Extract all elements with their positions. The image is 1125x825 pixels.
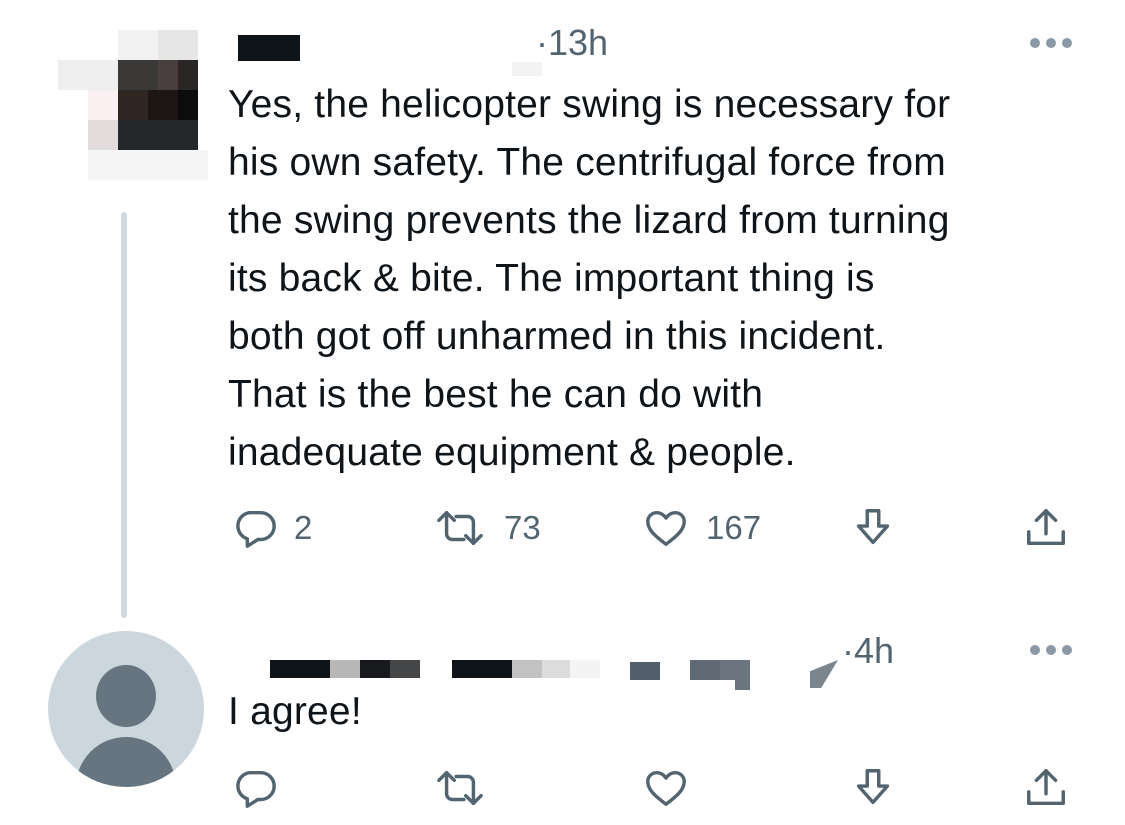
bookmark-download-icon: [850, 765, 896, 811]
retweet-count: 73: [504, 509, 541, 546]
share-icon: [1022, 505, 1070, 551]
reply-count: 2: [294, 509, 313, 546]
heart-icon: [642, 765, 690, 811]
avatar-body: [76, 737, 176, 787]
bookmark-button[interactable]: [850, 505, 896, 551]
reply-button[interactable]: [232, 765, 278, 811]
tweet-line: the swing prevents the lizard from turni…: [228, 199, 950, 242]
like-button[interactable]: [642, 765, 690, 811]
default-avatar[interactable]: [48, 631, 204, 787]
tweet-2-time[interactable]: ·4h: [842, 630, 894, 672]
heart-icon: [642, 505, 690, 551]
tweet-1-time[interactable]: ·13h: [536, 22, 608, 64]
like-count: 167: [706, 509, 762, 546]
bookmark-button[interactable]: [850, 765, 896, 811]
share-button[interactable]: [1022, 505, 1070, 551]
share-button[interactable]: [1022, 765, 1070, 811]
avatar-head: [96, 665, 156, 727]
tweet-2-text: I agree!: [228, 690, 362, 733]
avatar[interactable]: [58, 30, 218, 180]
retweet-icon: [432, 505, 488, 551]
reply-icon: [232, 505, 278, 551]
tweet-1-text: Yes, the helicopter swing is necessary f…: [228, 76, 1108, 482]
thread-line: [121, 212, 127, 618]
reply-icon: [232, 765, 278, 811]
tweet-line: Yes, the helicopter swing is necessary f…: [228, 83, 951, 126]
retweet-icon: [432, 765, 488, 811]
more-icon[interactable]: [1030, 645, 1072, 655]
redacted-display-name-fade: [512, 62, 542, 76]
retweet-button[interactable]: 73: [432, 505, 541, 551]
like-button[interactable]: 167: [642, 505, 761, 551]
tweet-line: both got off unharmed in this incident.: [228, 315, 886, 358]
tweet-line: its back & bite. The important thing is: [228, 257, 875, 300]
more-icon[interactable]: [1030, 38, 1072, 48]
tweet-line: That is the best he can do with: [228, 373, 764, 416]
redacted-display-name: [238, 35, 300, 61]
tweet-line: his own safety. The centrifugal force fr…: [228, 141, 946, 184]
retweet-button[interactable]: [432, 765, 488, 811]
reply-button[interactable]: 2: [232, 505, 312, 551]
tweet-line: inadequate equipment & people.: [228, 431, 796, 474]
share-icon: [1022, 765, 1070, 811]
bookmark-download-icon: [850, 505, 896, 551]
